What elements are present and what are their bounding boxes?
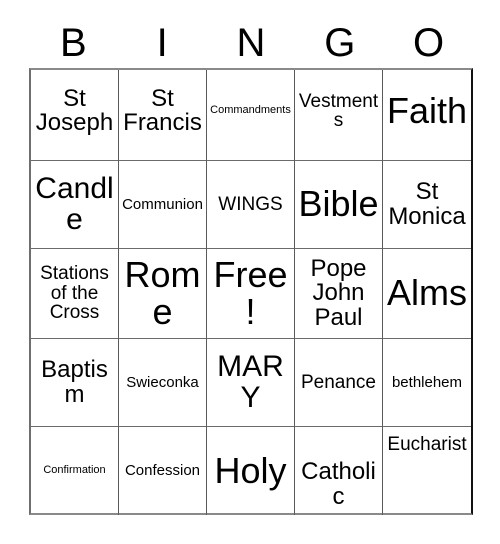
bingo-cell[interactable]: Confirmation: [31, 427, 119, 515]
bingo-cell[interactable]: Alms: [383, 249, 471, 339]
bingo-cell[interactable]: Holy: [207, 427, 295, 515]
bingo-cell-label: Alms: [387, 272, 467, 314]
bingo-header-letter-g: G: [324, 21, 356, 65]
bingo-cell-label: St Monica: [388, 178, 466, 230]
bingo-cell[interactable]: WINGS: [207, 161, 295, 249]
bingo-free-cell[interactable]: Free!: [207, 249, 295, 339]
bingo-header-letter-n: N: [236, 21, 266, 65]
bingo-cell[interactable]: Swieconka: [119, 339, 207, 427]
bingo-cell-label: Confirmation: [43, 464, 106, 477]
bingo-cell[interactable]: Eucharist: [383, 427, 471, 515]
bingo-cell-label: Penance: [300, 371, 376, 393]
bingo-cell-label: Commandments: [210, 104, 291, 117]
bingo-cell[interactable]: Candle: [31, 161, 119, 249]
bingo-cell[interactable]: Commandments: [207, 70, 295, 161]
bingo-cell-label: Confession: [124, 462, 201, 480]
bingo-card: B I N G O St Joseph St Francis Commandments Ves…: [0, 0, 500, 544]
bingo-cell-label: Rome: [124, 253, 201, 332]
bingo-cell[interactable]: bethlehem: [383, 339, 471, 427]
bingo-cell[interactable]: Confession: [119, 427, 207, 515]
bingo-cell-label: Vestments: [298, 90, 379, 131]
bingo-cell-label: Swieconka: [126, 373, 199, 391]
bingo-cell-label: Pope John Paul: [310, 254, 367, 331]
bingo-cell[interactable]: Faith: [383, 70, 471, 161]
bingo-cell-label: St Joseph: [35, 84, 114, 136]
bingo-grid: St Joseph St Francis Commandments Vestments…: [29, 68, 473, 515]
bingo-cell[interactable]: Rome: [119, 249, 207, 339]
bingo-cell[interactable]: Stations of the Cross: [31, 249, 119, 339]
bingo-cell-label: Baptism: [41, 356, 108, 408]
bingo-cell[interactable]: Communion: [119, 161, 207, 249]
bingo-cell-label: bethlehem: [391, 373, 463, 391]
bingo-cell-label: WINGS: [218, 193, 283, 215]
bingo-cell-label: Candle: [35, 171, 114, 236]
bingo-cell[interactable]: Pope John Paul: [295, 249, 383, 339]
bingo-cell-label: St Francis: [123, 84, 202, 136]
bingo-cell[interactable]: St Joseph: [31, 70, 119, 161]
bingo-cell-label: Bible: [298, 183, 379, 225]
bingo-cell-label: Eucharist: [387, 434, 467, 455]
bingo-cell-label: Catholic: [301, 458, 376, 510]
bingo-cell[interactable]: MARY: [207, 339, 295, 427]
bingo-cell[interactable]: Penance: [295, 339, 383, 427]
bingo-cell[interactable]: St Francis: [119, 70, 207, 161]
bingo-header-letter-b: B: [60, 21, 87, 65]
bingo-cell-label: MARY: [217, 349, 284, 414]
bingo-cell-label: Faith: [386, 89, 468, 131]
bingo-cell-label: Holy: [214, 449, 287, 491]
bingo-header: BINGO: [29, 16, 473, 64]
bingo-header-letter-i: I: [156, 21, 168, 65]
bingo-cell[interactable]: St Monica: [383, 161, 471, 249]
bingo-cell[interactable]: Baptism: [31, 339, 119, 427]
bingo-cell-label: Stations of the Cross: [40, 263, 109, 324]
bingo-cell-label: Free!: [213, 253, 288, 332]
bingo-cell[interactable]: Catholic: [295, 427, 383, 515]
bingo-cell[interactable]: Vestments: [295, 70, 383, 161]
bingo-cell[interactable]: Bible: [295, 161, 383, 249]
bingo-cell-label: Communion: [122, 195, 203, 213]
bingo-header-letter-o: O: [413, 21, 445, 65]
